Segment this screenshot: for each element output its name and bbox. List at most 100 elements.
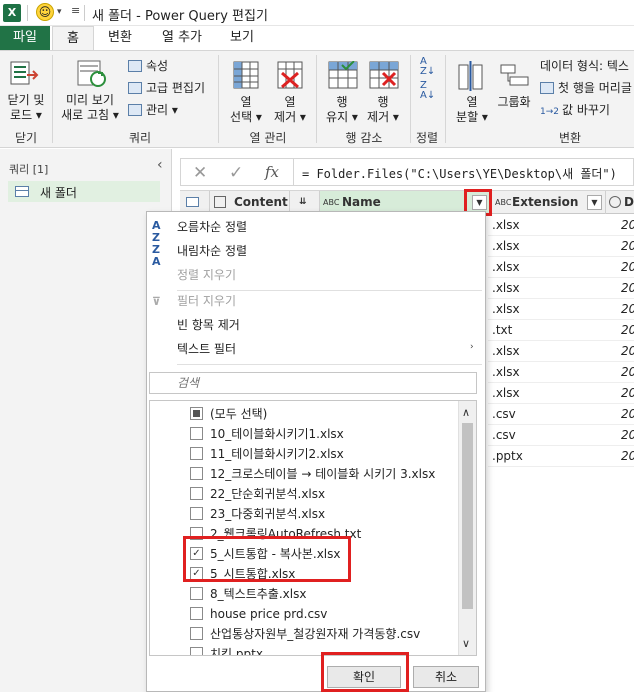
cell-date[interactable]: 202 — [621, 257, 634, 278]
cell-extension[interactable]: .pptx — [492, 446, 523, 467]
checkbox[interactable] — [190, 507, 203, 520]
keep-rows-icon — [328, 61, 358, 89]
checkbox[interactable] — [190, 467, 203, 480]
advanced-editor-icon — [128, 82, 142, 94]
smiley-feedback-icon[interactable]: ☺ — [36, 3, 54, 21]
checkbox[interactable] — [190, 607, 203, 620]
filter-dropdown-button[interactable]: ▼ — [587, 195, 602, 210]
column-header-date[interactable]: D — [606, 191, 634, 214]
checkbox[interactable] — [190, 647, 203, 655]
value-list: (모두 선택) 10_테이블화시키기1.xlsx 11_테이블화시키기2.xlsx 1… — [149, 400, 477, 656]
cell-date[interactable]: 202 — [621, 299, 634, 320]
cell-extension[interactable]: .xlsx — [492, 236, 520, 257]
menu-item-clear-filter: 필터 지우기 — [177, 294, 237, 308]
value-list-item[interactable]: 산업통상자원부_철강원자재 가격동향.csv — [210, 624, 420, 644]
properties-button[interactable]: 속성 — [128, 57, 168, 75]
checkbox[interactable] — [190, 627, 203, 640]
data-type-dropdown[interactable]: 데이터 형식: 텍스 — [540, 57, 629, 75]
replace-values-icon: 1→2 — [540, 107, 559, 117]
cell-extension[interactable]: .txt — [492, 320, 512, 341]
cell-date[interactable]: 202 — [621, 425, 634, 446]
divider — [293, 159, 294, 185]
column-header-label: Extension — [512, 195, 579, 209]
cell-extension[interactable]: .xlsx — [492, 278, 520, 299]
cell-extension[interactable]: .xlsx — [492, 215, 520, 236]
column-header-extension[interactable]: ABC Extension ▼ — [492, 191, 606, 214]
use-first-row-header-button[interactable]: 첫 행을 머리글 — [540, 79, 632, 97]
sort-descending-icon: ZA — [152, 243, 161, 268]
header-row-icon — [540, 82, 554, 94]
cell-date[interactable]: 202 — [621, 446, 634, 467]
value-list-item[interactable]: house price prd.csv — [210, 604, 327, 624]
close-load-label: 닫기 및 로드 ▾ — [7, 93, 45, 122]
value-list-item[interactable]: 10_테이블화시키기1.xlsx — [210, 424, 344, 444]
tab-file[interactable]: 파일 — [0, 26, 50, 50]
value-list-item[interactable]: 23_다중회귀분석.xlsx — [210, 504, 325, 524]
fx-icon[interactable]: fx — [265, 163, 279, 181]
chevron-down-icon[interactable]: ▾ — [57, 7, 62, 17]
binary-type-icon — [214, 196, 226, 208]
cancel-button[interactable]: 취소 — [413, 666, 479, 688]
advanced-editor-button[interactable]: 고급 편집기 — [128, 79, 205, 97]
customize-toolbar-icon[interactable]: ≡ — [71, 4, 80, 17]
group-label-manage-columns: 열 관리 — [249, 131, 287, 145]
cell-extension[interactable]: .csv — [492, 404, 516, 425]
properties-icon — [128, 60, 142, 72]
checkbox[interactable] — [190, 407, 203, 420]
sort-ascending-button[interactable]: A Z↓ — [420, 57, 435, 77]
value-list-item[interactable]: 8_텍스트추출.xlsx — [210, 584, 306, 604]
cell-extension[interactable]: .xlsx — [492, 257, 520, 278]
tab-home[interactable]: 홈 — [52, 26, 94, 51]
chevron-down-icon[interactable]: ∨ — [462, 637, 470, 650]
annotation-highlight-ok — [321, 652, 409, 692]
tab-view[interactable]: 보기 — [220, 26, 264, 50]
search-box[interactable] — [149, 372, 477, 394]
tab-add-column[interactable]: 열 추가 — [152, 26, 212, 50]
sort-descending-button[interactable]: Z A↓ — [420, 81, 435, 101]
chevron-left-icon[interactable]: ‹ — [157, 157, 163, 173]
replace-values-button[interactable]: 1→2 값 바꾸기 — [540, 101, 610, 119]
cell-date[interactable]: 202 — [621, 383, 634, 404]
cell-date[interactable]: 202 — [621, 236, 634, 257]
value-list-item[interactable]: 치킨.pptx — [210, 644, 263, 655]
search-input[interactable] — [150, 373, 476, 393]
scrollbar-thumb[interactable] — [462, 423, 473, 609]
cell-extension[interactable]: .xlsx — [492, 362, 520, 383]
query-item[interactable]: 새 폴더 — [8, 181, 160, 202]
cell-extension[interactable]: .xlsx — [492, 299, 520, 320]
row-divider — [488, 466, 634, 467]
confirm-formula-icon[interactable]: ✓ — [229, 163, 243, 183]
menu-item-sort-descending[interactable]: 내림차순 정렬 — [177, 242, 247, 260]
group-label-query: 쿼리 — [128, 131, 152, 145]
window-title: 새 폴더 - Power Query 편집기 — [92, 9, 268, 24]
checkbox[interactable] — [190, 427, 203, 440]
cell-date[interactable]: 20 — [621, 362, 634, 383]
cell-date[interactable]: 202 — [621, 404, 634, 425]
cell-date[interactable]: 20 — [621, 341, 634, 362]
cell-extension[interactable]: .csv — [492, 425, 516, 446]
divider — [177, 290, 482, 291]
group-label-sort: 정렬 — [415, 131, 439, 145]
chevron-up-icon[interactable]: ∧ — [462, 406, 470, 419]
value-list-item[interactable]: 22_단순회귀분석.xlsx — [210, 484, 325, 504]
tab-transform[interactable]: 변환 — [98, 26, 142, 50]
cell-date[interactable]: 202 — [621, 320, 634, 341]
menu-item-sort-ascending[interactable]: 오름차순 정렬 — [177, 218, 247, 236]
checkbox[interactable] — [190, 447, 203, 460]
checkbox[interactable] — [190, 587, 203, 600]
menu-item-remove-empty[interactable]: 빈 항목 제거 — [177, 316, 240, 334]
divider — [410, 55, 411, 143]
scrollbar[interactable]: ∧ ∨ — [458, 401, 476, 655]
cell-date[interactable]: 202 — [621, 278, 634, 299]
manage-button[interactable]: 관리 ▾ — [128, 101, 178, 119]
value-list-item[interactable]: (모두 선택) — [210, 404, 267, 424]
cell-extension[interactable]: .xlsx — [492, 383, 520, 404]
formula-text[interactable]: = Folder.Files("C:\Users\YE\Desktop\새 폴더… — [302, 165, 617, 182]
cell-extension[interactable]: .xlsx — [492, 341, 520, 362]
value-list-item[interactable]: 12_크로스테이블 → 테이블화 시키기 3.xlsx — [210, 464, 435, 484]
value-list-item[interactable]: 11_테이블화시키기2.xlsx — [210, 444, 344, 464]
menu-item-text-filter[interactable]: 텍스트 필터 — [177, 340, 236, 358]
cancel-formula-icon[interactable]: ✕ — [193, 163, 207, 183]
checkbox[interactable] — [190, 487, 203, 500]
cell-date[interactable]: 202 — [621, 215, 634, 236]
